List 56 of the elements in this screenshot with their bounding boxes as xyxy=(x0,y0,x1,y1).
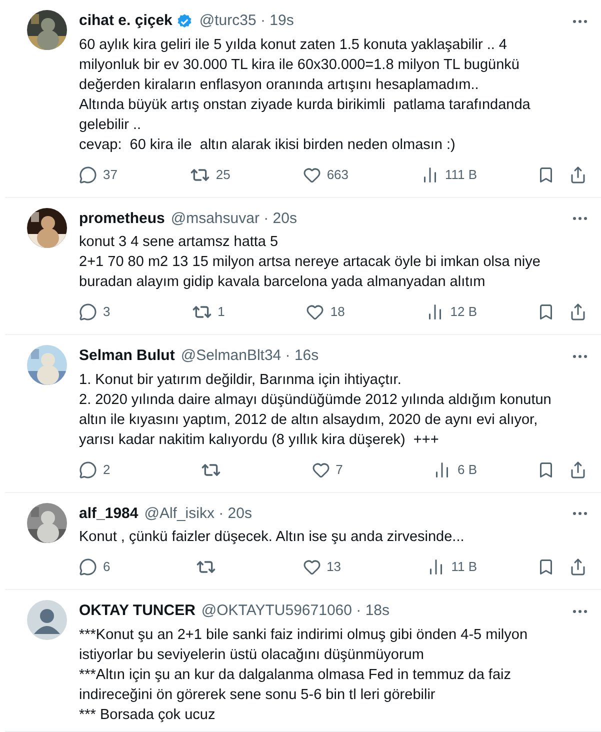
tweet-text: ***Konut şu an 2+1 bile sanki faiz indirimi olmuş gibi önden 4-5 milyon istiyorlar bu seviyelerin üstü olacağını düşünmüyorum ***Altın için şu an kur da dalgalanma olmasa Fed in temmuz da faiz indireceğini ön görerek sene sonu 5-6 bin tl leri görebilir *** Borsada çok ucuz xyxy=(79,626,529,724)
user-name[interactable]: Selman Bulut xyxy=(79,345,175,368)
like-count: 663 xyxy=(326,166,349,184)
user-handle: @Alf_isikx · 20s xyxy=(144,504,252,524)
more-button[interactable] xyxy=(573,217,587,220)
user-name[interactable]: OKTAY TUNCER xyxy=(79,600,196,622)
reply-icon[interactable] xyxy=(79,460,97,478)
user-handle: @SelmanBlt34 · 16s xyxy=(180,346,319,366)
user-handle: @msahsuvar · 20s xyxy=(170,208,297,228)
reply-count: 2 xyxy=(103,460,110,479)
user-name[interactable]: alf_1984 xyxy=(79,502,138,525)
user-name[interactable]: prometheus xyxy=(79,208,165,230)
user-handle: @turc35 · 19s xyxy=(199,11,294,31)
view-count: 11 B xyxy=(451,558,477,576)
user-handle: @OKTAYTU59671060 · 18s xyxy=(201,601,390,621)
reply-icon[interactable] xyxy=(79,303,97,321)
like-count: 7 xyxy=(336,460,343,479)
tweet-text: 60 aylık kira geliri ile 5 yılda konut zaten 1.5 konuta yaklaşabilir .. 4 milyonluk bir ev 30.000 TL kira ile 60x30.000=1.8 milyon TL bugünkü değerden kiraların enflasyon oranında artışını hesaplamadım.. Altında büyük artış onstan ziyade kurda birikimli patlama tarafındanda gelebilir .. cevap: 60 kira ile altın alarak ikisi birden neden olmasın :) xyxy=(79,36,532,154)
view-count: 6 B xyxy=(457,460,477,479)
more-icon xyxy=(573,217,587,220)
bookmark-icon[interactable] xyxy=(537,166,555,184)
reply-count: 3 xyxy=(103,303,110,322)
share-icon[interactable] xyxy=(569,303,587,321)
bookmark-icon[interactable] xyxy=(537,460,555,478)
user-name[interactable]: cihat e. çiçek xyxy=(79,10,172,32)
like-count: 18 xyxy=(330,303,345,322)
like-icon[interactable] xyxy=(306,303,324,321)
bookmark-icon[interactable] xyxy=(537,558,555,576)
share-icon[interactable] xyxy=(569,558,587,576)
more-button[interactable] xyxy=(573,354,587,358)
more-button[interactable] xyxy=(573,512,587,516)
more-icon xyxy=(573,512,587,516)
more-button[interactable] xyxy=(573,20,587,23)
view-count: 12 B xyxy=(450,303,477,322)
reply-count: 37 xyxy=(103,166,118,184)
repost-count: 1 xyxy=(218,303,225,322)
share-icon[interactable] xyxy=(569,460,587,478)
like-icon[interactable] xyxy=(302,166,321,184)
reply-icon[interactable] xyxy=(79,558,97,576)
share-icon[interactable] xyxy=(569,166,587,184)
view-count: 111 B xyxy=(444,166,477,184)
like-count: 13 xyxy=(326,558,342,576)
like-icon[interactable] xyxy=(312,460,330,478)
more-icon xyxy=(573,354,587,358)
reply-count: 6 xyxy=(103,558,110,576)
like-icon[interactable] xyxy=(302,558,321,576)
tweet-text: 1. Konut bir yatırım değildir, Barınma için ihtiyaçtır. 2. 2020 yılında daire almayı düşündüğümde 2012 yılında aldığım konutun altın ile kıyasını yaptım, 2012 de altın alsaydım, 2020 de aynı evi alıyor, yarısı kadar nakitim kalıyordu (8 yıllık kira düşerek) +++ xyxy=(79,370,552,450)
bookmark-icon[interactable] xyxy=(537,303,555,321)
more-icon xyxy=(573,610,587,613)
tweet-text: konut 3 4 sene artamsz hatta 5 2+1 70 80 m2 13 15 milyon artsa nereye artacak öyle bi imkan olsa niye buradan alayım gidip kavala barcelona yada almanyadan alıtım xyxy=(79,233,542,292)
repost-count: 25 xyxy=(216,166,230,184)
default-avatar-icon xyxy=(27,600,67,640)
reply-icon[interactable] xyxy=(79,166,97,184)
tweet-text: Konut , çünkü faizler düşecek. Altın ise şu anda zirvesinde... xyxy=(79,528,466,547)
more-icon xyxy=(573,20,587,23)
more-button[interactable] xyxy=(573,610,587,613)
